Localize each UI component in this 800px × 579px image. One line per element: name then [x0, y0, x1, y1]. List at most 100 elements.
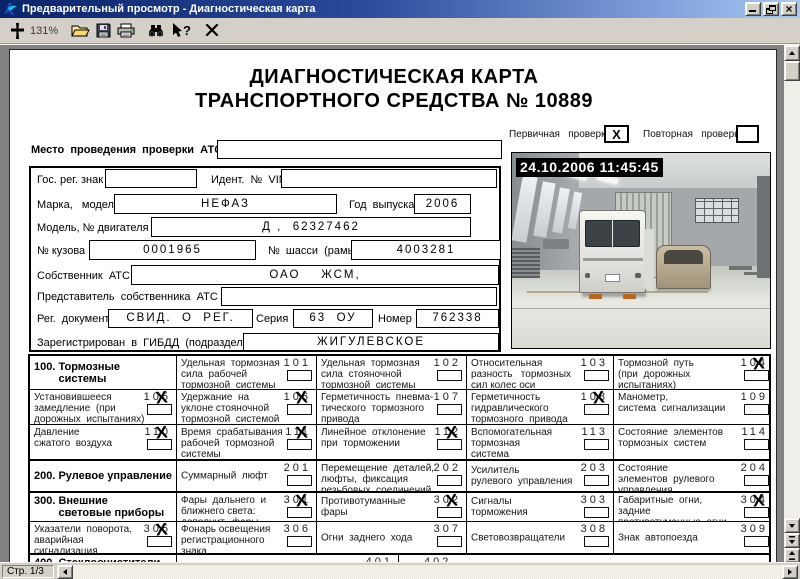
brand-label: Марка, модель [37, 199, 120, 211]
table-row: Указатели поворота, аварийная сигнализац… [30, 521, 769, 553]
result-box [287, 536, 312, 547]
vin-label: Идент. № VIN [211, 174, 287, 186]
find-icon[interactable] [144, 20, 168, 42]
param-label: Удержание на уклоне стояночной тормозной… [181, 392, 279, 424]
number-field: 762338 [416, 309, 499, 328]
param-code-block: 106X [284, 392, 312, 415]
cross-mark: X [294, 390, 308, 409]
zoom-cursor-icon[interactable] [7, 20, 28, 42]
close-preview-icon[interactable] [202, 20, 222, 42]
param-code: 109 [741, 392, 769, 403]
repeat-check-label: Повторная проверка [643, 129, 744, 140]
param-code-block: 203 [581, 463, 609, 486]
result-box [584, 439, 609, 450]
inspection-photo: 24.10.2006 11:45:45 [511, 152, 771, 349]
param-cell: Суммарный люфт 201 [176, 461, 316, 491]
param-cell: 402 [398, 555, 769, 562]
photo-timestamp: 24.10.2006 11:45:45 [516, 158, 663, 177]
minimize-icon [749, 10, 756, 12]
repeat-check-box [736, 125, 759, 143]
param-code: 306 [284, 524, 312, 535]
status-bar: Стр. 1/3 [0, 562, 800, 579]
next-page-icon [788, 536, 796, 545]
param-code: 308 [581, 524, 609, 535]
param-code-block: 103 [581, 358, 609, 381]
left-arrow-icon [63, 569, 67, 575]
save-icon[interactable] [93, 20, 114, 42]
result-box [287, 475, 312, 486]
param-code-block: 111X [285, 427, 312, 450]
series-label: Серия [256, 313, 288, 325]
param-code: 309 [741, 524, 769, 535]
param-label: Фары дальнего и ближнего света: дополнит… [181, 495, 266, 521]
param-label: Установившееся замедление (при дорожных … [34, 392, 144, 424]
result-box [744, 536, 769, 547]
param-label: Вспомогательная тормозная система [471, 427, 552, 459]
result-box [584, 370, 609, 381]
open-icon[interactable] [68, 20, 93, 42]
param-code-block: 104X [741, 358, 769, 381]
doc-title-line2: ТРАНСПОРТНОГО СРЕДСТВА № 10889 [10, 90, 777, 113]
section-cell: 300. Внешние световые приборы [30, 493, 176, 521]
param-label: Линейное отклонение при торможении [321, 427, 426, 449]
zoom-level[interactable]: 131% [30, 25, 58, 37]
param-label: Суммарный люфт [181, 471, 268, 482]
gibdd-field: ЖИГУЛЕВСКОЕ [243, 333, 499, 351]
scroll-left-button[interactable] [57, 565, 73, 579]
param-label: Давление сжатого воздуха [34, 427, 112, 449]
document-page[interactable]: ДИАГНОСТИЧЕСКАЯ КАРТА ТРАНСПОРТНОГО СРЕД… [9, 49, 777, 562]
param-cell: Герметичность гидравлического тормозного… [466, 390, 613, 424]
down-arrow-icon [789, 524, 795, 528]
page-indicator: Стр. 1/3 [2, 565, 54, 578]
primary-check-label: Первичная проверка [509, 129, 611, 140]
next-page-button[interactable] [784, 533, 800, 548]
engine-label: Модель, № двигателя [37, 222, 149, 234]
param-code-block: 114 [741, 427, 769, 450]
context-help-icon[interactable]: ? [168, 20, 196, 42]
param-label: Фонарь освещения регистрационного знака [181, 524, 270, 553]
param-code: 307 [434, 524, 462, 535]
scroll-up-button[interactable] [784, 45, 800, 61]
close-button[interactable]: × [781, 2, 797, 16]
print-icon[interactable] [114, 20, 138, 42]
param-cell: Тормозной путь (при дорожных испытаниях)… [613, 356, 769, 389]
param-cell: Вспомогательная тормозная система113 [466, 425, 613, 459]
vertical-scroll-thumb[interactable] [784, 61, 800, 81]
close-icon: × [782, 3, 796, 15]
param-cell: Указатели поворота, аварийная сигнализац… [30, 522, 176, 553]
app-icon [3, 2, 18, 16]
result-box [744, 475, 769, 486]
param-code-block: 110X [144, 427, 172, 450]
horizontal-scrollbar[interactable] [57, 565, 798, 579]
result-box [437, 475, 462, 486]
vertical-scrollbar[interactable] [784, 45, 800, 562]
minimize-button[interactable] [745, 2, 761, 16]
doc-title-line1: ДИАГНОСТИЧЕСКАЯ КАРТА [10, 66, 777, 89]
param-cell: Удельная тормозная сила рабочей тормозно… [176, 356, 316, 389]
param-code-block: 108X [581, 392, 609, 415]
param-code-block: 301X [284, 495, 312, 518]
table-row: 100. Тормозные системыУдельная тормозная… [30, 356, 769, 389]
gibdd-label: Зарегистрирован в ГИБДД (подразделение) [37, 337, 271, 349]
restore-button[interactable] [763, 2, 779, 16]
param-cell: Удельная тормозная сила стояночной тормо… [316, 356, 466, 389]
scroll-right-button[interactable] [782, 565, 798, 579]
param-cell: Установившееся замедление (при дорожных … [30, 390, 176, 424]
scroll-down-button[interactable] [784, 518, 800, 533]
titlebar: Предварительный просмотр - Диагностическ… [0, 0, 800, 18]
param-cell: Сигналы торможения303 [466, 493, 613, 521]
photo-car [656, 245, 710, 290]
param-label: Состояние элементов рулевого управления [618, 463, 715, 491]
last-page-button[interactable] [784, 548, 800, 562]
param-code: 103 [581, 358, 609, 369]
table-row: Давление сжатого воздуха110XВремя срабат… [30, 424, 769, 459]
param-cell: Световозвращатели308 [466, 522, 613, 553]
cross-mark: X [294, 425, 308, 444]
param-code-block: 304X [741, 495, 769, 518]
cross-mark: X [154, 522, 168, 541]
param-label: Знак автопоезда [618, 532, 698, 543]
param-code: 201 [284, 463, 312, 474]
param-cell: Удержание на уклоне стояночной тормозной… [176, 390, 316, 424]
result-box [584, 536, 609, 547]
result-box [287, 370, 312, 381]
